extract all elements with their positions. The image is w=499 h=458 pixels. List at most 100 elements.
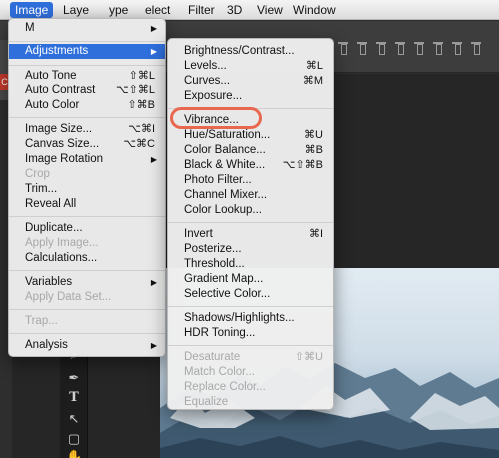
menu-item-levels[interactable]: Levels... ⌘L bbox=[168, 59, 333, 74]
menu-item-label: Shadows/Highlights... bbox=[184, 312, 295, 324]
menu-3d[interactable]: 3D bbox=[222, 2, 247, 18]
menu-item-label: Crop bbox=[25, 168, 50, 180]
menu-separator bbox=[168, 345, 333, 346]
menu-item-label: Apply Data Set... bbox=[25, 291, 112, 303]
menu-item-label: Exposure... bbox=[184, 90, 243, 102]
menu-item-hue-saturation[interactable]: Hue/Saturation... ⌘U bbox=[168, 128, 333, 143]
menu-separator bbox=[9, 117, 165, 118]
menu-item-label: Equalize bbox=[184, 396, 229, 408]
menu-separator bbox=[9, 309, 165, 310]
menu-item-auto-color[interactable]: Auto Color ⇧⌘B bbox=[9, 98, 165, 113]
menu-item-apply-data-set[interactable]: Apply Data Set... bbox=[9, 290, 165, 305]
menu-item-desaturate[interactable]: Desaturate ⇧⌘U bbox=[168, 350, 333, 365]
submenu-arrow-icon: ▶ bbox=[150, 24, 157, 33]
type-tool-icon[interactable]: T bbox=[66, 390, 82, 406]
menu-item-label: Duplicate... bbox=[25, 222, 83, 234]
menu-item-variables[interactable]: Variables ▶ bbox=[9, 275, 165, 290]
menu-item-label: Apply Image... bbox=[25, 237, 99, 249]
menu-item-black-white[interactable]: Black & White... ⌥⇧⌘B bbox=[168, 158, 333, 173]
menu-separator bbox=[9, 270, 165, 271]
menu-item-calculations[interactable]: Calculations... bbox=[9, 251, 165, 266]
menu-item-label: Brightness/Contrast... bbox=[184, 45, 295, 57]
menu-item-hdr-toning[interactable]: HDR Toning... bbox=[168, 326, 333, 341]
menu-item-analysis[interactable]: Analysis ▶ bbox=[9, 338, 165, 353]
menu-item-image-size[interactable]: Image Size... ⌥⌘I bbox=[9, 122, 165, 137]
menu-item-label: Curves... bbox=[184, 75, 231, 87]
submenu-arrow-icon: ▶ bbox=[150, 47, 157, 56]
menu-view[interactable]: View bbox=[252, 2, 288, 18]
rectangle-tool-icon[interactable]: ▢ bbox=[66, 431, 82, 447]
menu-item-label: Match Color... bbox=[184, 366, 255, 378]
align-icons bbox=[336, 41, 483, 55]
menu-item-shortcut: ⇧⌘L bbox=[128, 70, 155, 82]
menu-item-shortcut: ⌘U bbox=[304, 129, 323, 141]
menu-item-auto-tone[interactable]: Auto Tone ⇧⌘L bbox=[9, 69, 165, 84]
menu-item-photo-filter[interactable]: Photo Filter... bbox=[168, 173, 333, 188]
menu-item-selective-color[interactable]: Selective Color... bbox=[168, 287, 333, 302]
image-menu-mode[interactable]: M ▶ bbox=[9, 21, 165, 36]
menu-item-reveal-all[interactable]: Reveal All bbox=[9, 197, 165, 212]
menu-item-exposure[interactable]: Exposure... bbox=[168, 89, 333, 104]
menu-item-gradient-map[interactable]: Gradient Map... bbox=[168, 272, 333, 287]
menu-item-label: Auto Color bbox=[25, 99, 80, 111]
menu-image[interactable]: Image bbox=[10, 2, 54, 18]
menu-item-duplicate[interactable]: Duplicate... bbox=[9, 221, 165, 236]
menu-item-auto-contrast[interactable]: Auto Contrast ⌥⇧⌘L bbox=[9, 83, 165, 98]
distribute-bottom-icon[interactable] bbox=[431, 41, 445, 55]
menu-item-label: Reveal All bbox=[25, 198, 77, 210]
menu-item-invert[interactable]: Invert ⌘I bbox=[168, 227, 333, 242]
menu-item-curves[interactable]: Curves... ⌘M bbox=[168, 74, 333, 89]
menu-item-equalize[interactable]: Equalize bbox=[168, 395, 333, 410]
image-menu-mode-label: M bbox=[25, 22, 35, 34]
menu-item-threshold[interactable]: Threshold... bbox=[168, 257, 333, 272]
menu-item-shortcut: ⌥⇧⌘B bbox=[282, 159, 323, 171]
align-bottom-icon[interactable] bbox=[374, 41, 388, 55]
pen-tool-icon[interactable]: ✒ bbox=[66, 370, 82, 386]
submenu-arrow-icon: ▶ bbox=[150, 278, 157, 287]
menu-item-replace-color[interactable]: Replace Color... bbox=[168, 380, 333, 395]
menu-item-adjustments[interactable]: Adjustments ▶ bbox=[9, 44, 165, 59]
menu-window[interactable]: Window bbox=[288, 2, 341, 18]
menu-item-color-balance[interactable]: Color Balance... ⌘B bbox=[168, 143, 333, 158]
menu-separator bbox=[9, 333, 165, 334]
align-top-icon[interactable] bbox=[336, 41, 350, 55]
hand-tool-icon[interactable]: ✋ bbox=[66, 449, 82, 458]
submenu-arrow-icon: ▶ bbox=[150, 155, 157, 164]
align-vcenter-icon[interactable] bbox=[355, 41, 369, 55]
menu-item-shortcut: ⌘M bbox=[302, 75, 323, 87]
menu-item-trap[interactable]: Trap... bbox=[9, 314, 165, 329]
menu-item-label: Vibrance... bbox=[184, 114, 239, 126]
menu-item-image-rotation[interactable]: Image Rotation ▶ bbox=[9, 152, 165, 167]
menu-item-brightness-contrast[interactable]: Brightness/Contrast... bbox=[168, 44, 333, 59]
menu-item-canvas-size[interactable]: Canvas Size... ⌥⌘C bbox=[9, 137, 165, 152]
menu-item-color-lookup[interactable]: Color Lookup... bbox=[168, 203, 333, 218]
distribute-right-icon[interactable] bbox=[469, 41, 483, 55]
menu-item-label: Canvas Size... bbox=[25, 138, 100, 150]
menu-item-label: HDR Toning... bbox=[184, 327, 256, 339]
menu-item-vibrance[interactable]: Vibrance... bbox=[168, 113, 333, 128]
menu-item-label: Image Rotation bbox=[25, 153, 103, 165]
menu-item-posterize[interactable]: Posterize... bbox=[168, 242, 333, 257]
menu-item-channel-mixer[interactable]: Channel Mixer... bbox=[168, 188, 333, 203]
distribute-top-icon[interactable] bbox=[393, 41, 407, 55]
menu-item-apply-image[interactable]: Apply Image... bbox=[9, 236, 165, 251]
menu-select[interactable]: elect bbox=[140, 2, 175, 18]
path-selection-tool-icon[interactable]: ↖ bbox=[66, 411, 82, 427]
menu-separator bbox=[9, 65, 165, 66]
menu-item-match-color[interactable]: Match Color... bbox=[168, 365, 333, 380]
menu-item-crop[interactable]: Crop bbox=[9, 167, 165, 182]
menu-item-label: Calculations... bbox=[25, 252, 98, 264]
distribute-left-icon[interactable] bbox=[450, 41, 464, 55]
tools-panel: ⌕ ✒ T ↖ ▢ ✋ bbox=[60, 345, 88, 458]
menu-item-shadows-highlights[interactable]: Shadows/Highlights... bbox=[168, 311, 333, 326]
menu-item-shortcut: ⌘B bbox=[304, 144, 323, 156]
menu-item-label: Replace Color... bbox=[184, 381, 266, 393]
menu-item-trim[interactable]: Trim... bbox=[9, 182, 165, 197]
menu-item-shortcut: ⌥⇧⌘L bbox=[115, 84, 155, 96]
menu-item-label: Selective Color... bbox=[184, 288, 271, 300]
menu-layer[interactable]: Laye bbox=[58, 2, 94, 18]
distribute-vcenter-icon[interactable] bbox=[412, 41, 426, 55]
submenu-arrow-icon: ▶ bbox=[150, 341, 157, 350]
menu-filter[interactable]: Filter bbox=[183, 2, 220, 18]
menu-type[interactable]: ype bbox=[104, 2, 133, 18]
